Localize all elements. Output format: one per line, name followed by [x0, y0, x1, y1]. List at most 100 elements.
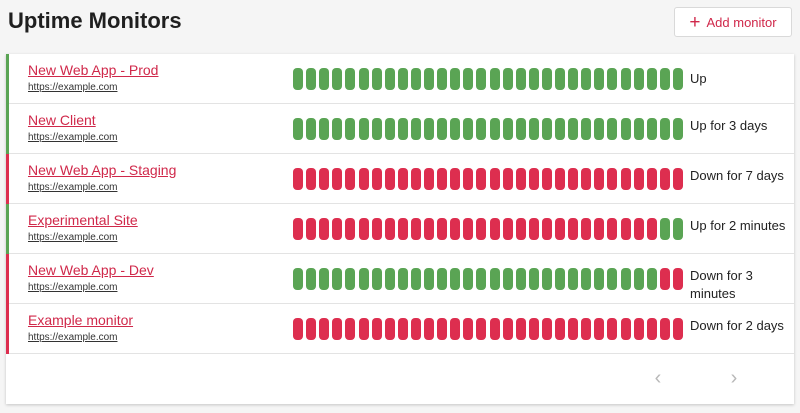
- heartbeat-beat[interactable]: [293, 268, 303, 290]
- heartbeat-beat[interactable]: [568, 118, 579, 140]
- heartbeat-beat[interactable]: [502, 218, 513, 240]
- heartbeat-beat[interactable]: [541, 218, 552, 240]
- heartbeat-beat[interactable]: [463, 318, 474, 340]
- heartbeat-beat[interactable]: [463, 268, 474, 290]
- heartbeat-beat[interactable]: [410, 118, 421, 140]
- heartbeat-beat[interactable]: [568, 168, 579, 190]
- monitor-row[interactable]: Experimental Site https://example.com Up f…: [6, 204, 794, 254]
- heartbeat-beat[interactable]: [293, 318, 303, 340]
- heartbeat-beat[interactable]: [594, 168, 605, 190]
- heartbeat-beat[interactable]: [332, 118, 343, 140]
- heartbeat-beat[interactable]: [384, 68, 395, 90]
- heartbeat-beat[interactable]: [437, 318, 448, 340]
- heartbeat-beat[interactable]: [450, 118, 461, 140]
- heartbeat-beat[interactable]: [371, 168, 382, 190]
- heartbeat-beat[interactable]: [555, 118, 565, 140]
- heartbeat-beat[interactable]: [358, 268, 369, 290]
- heartbeat-beat[interactable]: [410, 68, 421, 90]
- heartbeat-beat[interactable]: [424, 68, 434, 90]
- heartbeat-beat[interactable]: [620, 118, 631, 140]
- heartbeat-beat[interactable]: [476, 218, 487, 240]
- heartbeat-beat[interactable]: [515, 168, 526, 190]
- monitor-name-link[interactable]: New Web App - Dev: [28, 262, 154, 278]
- heartbeat-beat[interactable]: [476, 118, 487, 140]
- heartbeat-beat[interactable]: [450, 68, 461, 90]
- heartbeat-beat[interactable]: [437, 268, 448, 290]
- heartbeat-beat[interactable]: [620, 318, 631, 340]
- heartbeat-beat[interactable]: [397, 168, 408, 190]
- add-monitor-button[interactable]: + Add monitor: [674, 7, 792, 37]
- heartbeat-beat[interactable]: [515, 68, 526, 90]
- heartbeat-beat[interactable]: [489, 218, 500, 240]
- heartbeat-beat[interactable]: [437, 168, 448, 190]
- heartbeat-beat[interactable]: [594, 268, 605, 290]
- heartbeat-beat[interactable]: [332, 168, 343, 190]
- heartbeat-beat[interactable]: [476, 68, 487, 90]
- heartbeat-beat[interactable]: [659, 218, 670, 240]
- heartbeat-beat[interactable]: [607, 218, 618, 240]
- heartbeat-beat[interactable]: [502, 318, 513, 340]
- heartbeat-beat[interactable]: [476, 268, 487, 290]
- heartbeat-beat[interactable]: [594, 68, 605, 90]
- heartbeat-beat[interactable]: [437, 118, 448, 140]
- heartbeat-beat[interactable]: [633, 318, 644, 340]
- chevron-left-icon[interactable]: ‹: [648, 367, 668, 389]
- heartbeat-beat[interactable]: [489, 118, 500, 140]
- heartbeat-beat[interactable]: [384, 218, 395, 240]
- heartbeat-beat[interactable]: [607, 268, 618, 290]
- heartbeat-beat[interactable]: [450, 268, 461, 290]
- heartbeat-beat[interactable]: [450, 168, 461, 190]
- monitor-url-link[interactable]: https://example.com: [28, 332, 117, 343]
- heartbeat-beat[interactable]: [528, 218, 539, 240]
- heartbeat-beat[interactable]: [358, 218, 369, 240]
- heartbeat-beat[interactable]: [581, 318, 592, 340]
- heartbeat-beat[interactable]: [319, 318, 330, 340]
- heartbeat-beat[interactable]: [450, 318, 461, 340]
- heartbeat-beat[interactable]: [410, 268, 421, 290]
- heartbeat-beat[interactable]: [528, 118, 539, 140]
- monitor-name-link[interactable]: Example monitor: [28, 312, 133, 328]
- heartbeat-beat[interactable]: [410, 218, 421, 240]
- heartbeat-beat[interactable]: [607, 68, 618, 90]
- heartbeat-beat[interactable]: [555, 168, 565, 190]
- monitor-row[interactable]: New Web App - Prod https://example.com Up: [6, 54, 794, 104]
- heartbeat-beat[interactable]: [646, 68, 657, 90]
- heartbeat-beat[interactable]: [515, 218, 526, 240]
- heartbeat-beat[interactable]: [345, 168, 356, 190]
- heartbeat-beat[interactable]: [371, 268, 382, 290]
- heartbeat-beat[interactable]: [555, 268, 565, 290]
- heartbeat-beat[interactable]: [568, 268, 579, 290]
- heartbeat-beat[interactable]: [384, 118, 395, 140]
- heartbeat-beat[interactable]: [672, 268, 683, 290]
- heartbeat-beat[interactable]: [659, 68, 670, 90]
- heartbeat-beat[interactable]: [306, 118, 317, 140]
- heartbeat-beat[interactable]: [332, 268, 343, 290]
- heartbeat-beat[interactable]: [345, 118, 356, 140]
- heartbeat-beat[interactable]: [319, 118, 330, 140]
- monitor-url-link[interactable]: https://example.com: [28, 182, 117, 193]
- monitor-name-link[interactable]: New Web App - Staging: [28, 162, 176, 178]
- heartbeat-beat[interactable]: [594, 218, 605, 240]
- heartbeat-beat[interactable]: [672, 318, 683, 340]
- heartbeat-beat[interactable]: [528, 168, 539, 190]
- heartbeat-beat[interactable]: [437, 218, 448, 240]
- heartbeat-beat[interactable]: [437, 68, 448, 90]
- heartbeat-beat[interactable]: [332, 218, 343, 240]
- heartbeat-beat[interactable]: [646, 168, 657, 190]
- heartbeat-beat[interactable]: [620, 68, 631, 90]
- heartbeat-beat[interactable]: [620, 268, 631, 290]
- heartbeat-beat[interactable]: [659, 268, 670, 290]
- heartbeat-beat[interactable]: [397, 68, 408, 90]
- heartbeat-beat[interactable]: [371, 68, 382, 90]
- heartbeat-beat[interactable]: [358, 68, 369, 90]
- heartbeat-beat[interactable]: [581, 268, 592, 290]
- heartbeat-beat[interactable]: [541, 68, 552, 90]
- heartbeat-beat[interactable]: [502, 118, 513, 140]
- heartbeat-beat[interactable]: [319, 168, 330, 190]
- heartbeat-beat[interactable]: [306, 168, 317, 190]
- heartbeat-beat[interactable]: [424, 218, 434, 240]
- heartbeat-beat[interactable]: [620, 168, 631, 190]
- heartbeat-beat[interactable]: [358, 118, 369, 140]
- monitor-name-link[interactable]: New Web App - Prod: [28, 62, 158, 78]
- heartbeat-beat[interactable]: [293, 118, 303, 140]
